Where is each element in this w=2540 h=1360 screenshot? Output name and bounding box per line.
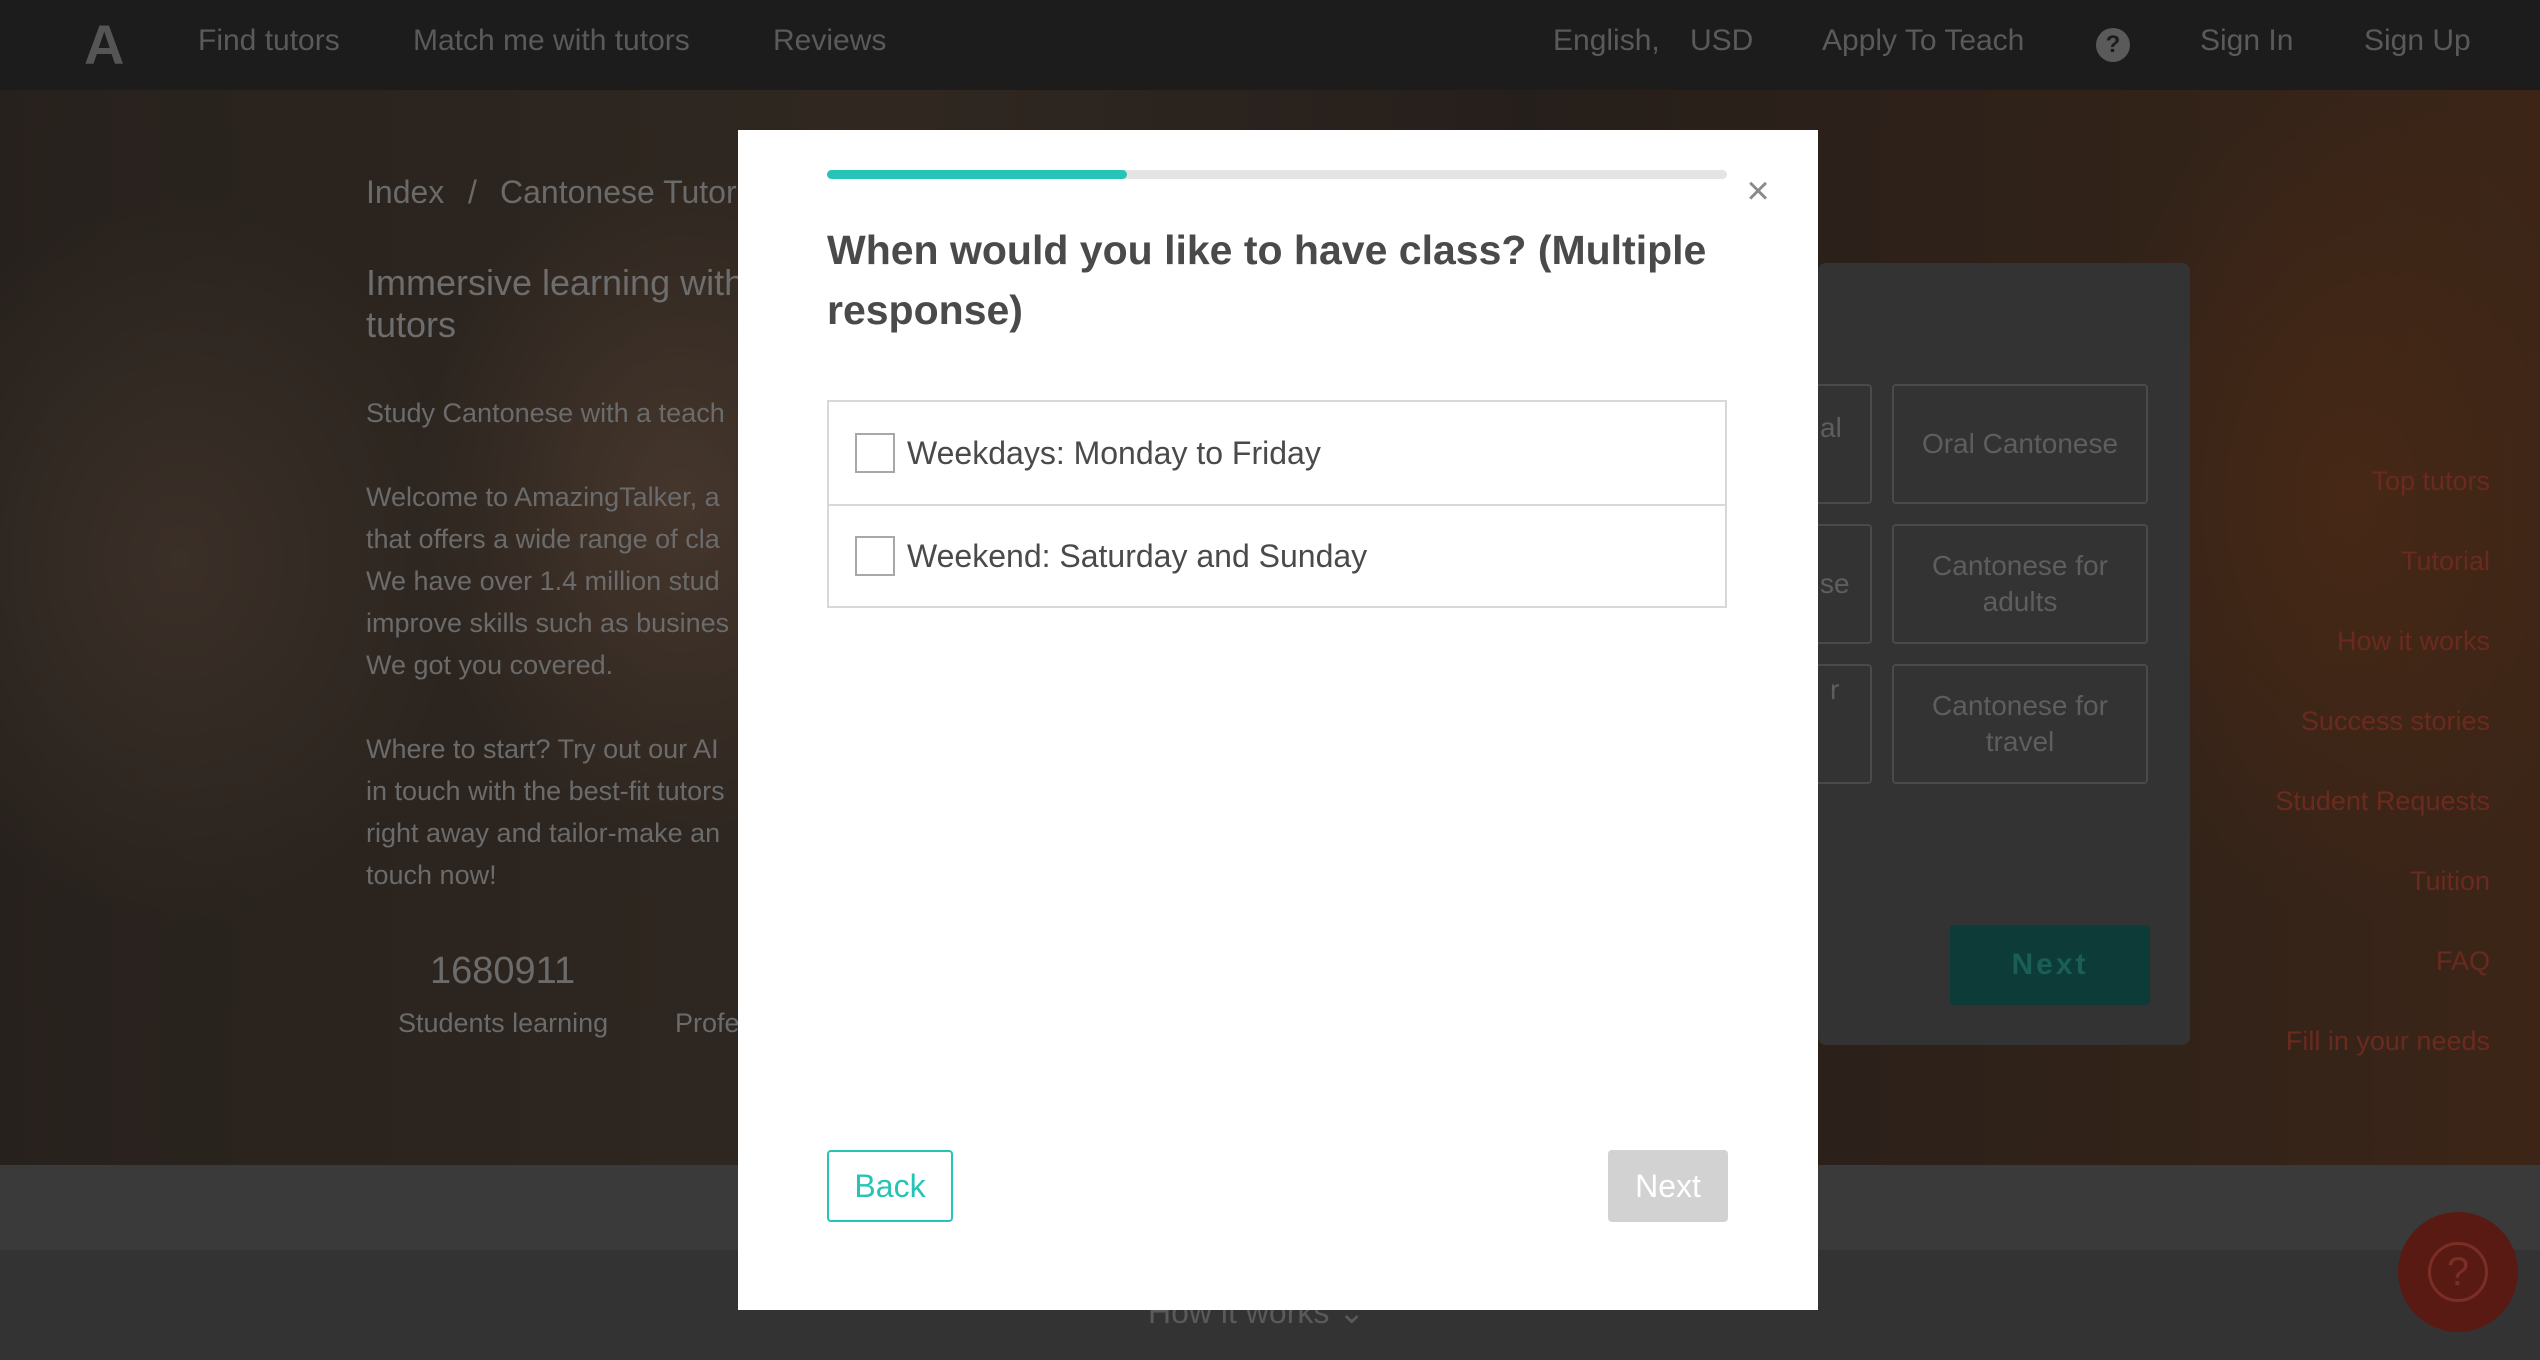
side-link-student-requests[interactable]: Student Requests (2275, 786, 2490, 817)
paragraph-line: right away and tailor-make an (366, 818, 721, 848)
course-option-partial[interactable]: se (1818, 524, 1872, 644)
chat-help-button[interactable]: ? (2398, 1212, 2518, 1332)
breadcrumb-separator: / (468, 174, 477, 210)
side-link-success-stories[interactable]: Success stories (2301, 706, 2490, 737)
course-option-adults[interactable]: Cantonese for adults (1892, 524, 2148, 644)
help-icon[interactable]: ? (2096, 28, 2130, 62)
back-button[interactable]: Back (827, 1150, 953, 1222)
nav-sign-up[interactable]: Sign Up (2364, 24, 2471, 58)
hero-title-line: Immersive learning with (366, 262, 745, 303)
paragraph-line: We have over 1.4 million stud (366, 566, 720, 596)
course-option-travel[interactable]: Cantonese for travel (1892, 664, 2148, 784)
breadcrumb-current: Cantonese Tutor (500, 174, 737, 210)
option-label: Weekdays: Monday to Friday (907, 434, 1321, 471)
question-icon: ? (2428, 1242, 2488, 1302)
close-icon[interactable]: × (1742, 171, 1774, 211)
paragraph-line: Where to start? Try out our AI (366, 734, 719, 764)
nav-apply-to-teach[interactable]: Apply To Teach (1822, 24, 2024, 58)
match-tutor-dialog: × When would you like to have class? (Mu… (738, 130, 1818, 1310)
course-option-partial[interactable]: al (1818, 384, 1872, 504)
progress-bar (827, 170, 1727, 179)
next-button[interactable]: Next (1608, 1150, 1728, 1222)
card-next-button[interactable]: Next (1950, 925, 2150, 1005)
progress-fill (827, 170, 1127, 179)
side-link-faq[interactable]: FAQ (2436, 946, 2490, 977)
side-link-tutorial[interactable]: Tutorial (2401, 546, 2490, 577)
option-label: Weekend: Saturday and Sunday (907, 537, 1368, 574)
intro-paragraph: Welcome to AmazingTalker, a that offers … (366, 476, 729, 686)
students-count: 1680911 (430, 950, 576, 992)
paragraph-line: in touch with the best-fit tutors (366, 776, 725, 806)
hero-title-line: tutors (366, 304, 457, 345)
side-link-how-it-works[interactable]: How it works (2337, 626, 2490, 657)
course-option-partial-label: se (1820, 568, 1850, 599)
side-link-tuition[interactable]: Tuition (2410, 866, 2490, 897)
course-option-oral[interactable]: Oral Cantonese (1892, 384, 2148, 504)
paragraph-line: improve skills such as busines (366, 608, 730, 638)
paragraph-line: that offers a wide range of cla (366, 524, 720, 554)
professional-label: Profe (675, 1008, 740, 1038)
study-line: Study Cantonese with a teach (366, 398, 725, 428)
breadcrumb-home[interactable]: Index (366, 174, 444, 211)
dialog-question: When would you like to have class? (Mult… (827, 227, 1707, 333)
option-weekdays[interactable]: Weekdays: Monday to Friday (829, 402, 1725, 504)
side-link-fill-needs[interactable]: Fill in your needs (2286, 1026, 2490, 1057)
course-option-partial-label: r (1830, 674, 1840, 705)
side-link-top-tutors[interactable]: Top tutors (2371, 466, 2490, 497)
paragraph-line: touch now! (366, 860, 497, 890)
hero-title: Immersive learning with tutors (366, 262, 744, 346)
nav-sign-in[interactable]: Sign In (2200, 24, 2293, 58)
nav-find-tutors[interactable]: Find tutors (198, 24, 340, 58)
students-label: Students learning (398, 1008, 609, 1038)
option-weekend[interactable]: Weekend: Saturday and Sunday (829, 504, 1725, 606)
nav-match-me[interactable]: Match me with tutors (413, 24, 690, 58)
checkbox-weekend[interactable] (855, 536, 895, 576)
nav-reviews[interactable]: Reviews (773, 24, 886, 58)
options-list: Weekdays: Monday to Friday Weekend: Satu… (827, 400, 1727, 608)
top-navigation: A Find tutors Match me with tutors Revie… (0, 0, 2540, 90)
nav-language[interactable]: English, (1553, 24, 1660, 58)
paragraph-line: We got you covered. (366, 650, 614, 680)
start-paragraph: Where to start? Try out our AI in touch … (366, 728, 725, 896)
checkbox-weekdays[interactable] (855, 433, 895, 473)
nav-currency[interactable]: USD (1690, 24, 1753, 58)
logo[interactable]: A (84, 12, 124, 77)
course-option-partial-label: al (1820, 412, 1842, 443)
paragraph-line: Welcome to AmazingTalker, a (366, 482, 720, 512)
course-option-partial[interactable]: r (1818, 664, 1872, 784)
